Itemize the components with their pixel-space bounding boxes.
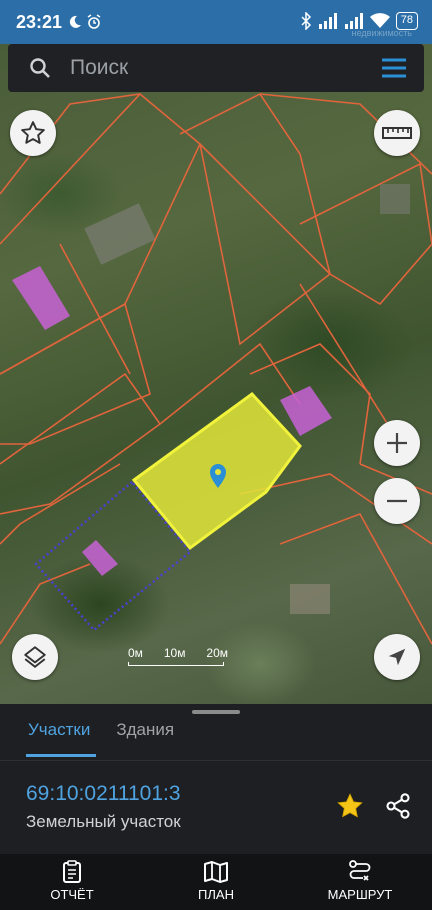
parcel-info-sheet[interactable]: Участки Здания 69:10:0211101:3 Земельный… [0, 704, 432, 854]
moon-icon [69, 15, 82, 28]
tab-buildings[interactable]: Здания [102, 716, 186, 762]
bottom-navigation: ОТЧЁТ ПЛАН МАРШРУТ [0, 854, 432, 910]
map-plan-icon [204, 861, 228, 883]
zoom-out-button[interactable] [374, 478, 420, 524]
signal-icon [318, 13, 337, 29]
nav-report-label: ОТЧЁТ [50, 887, 94, 902]
parcel-borders [0, 92, 432, 645]
parcel-type: Земельный участок [26, 812, 181, 831]
layers-icon [24, 646, 46, 668]
scale-line [128, 662, 224, 666]
building-shape[interactable] [82, 540, 118, 576]
nav-plan-label: ПЛАН [198, 887, 234, 902]
layers-button[interactable] [12, 634, 58, 680]
ruler-icon [382, 127, 412, 139]
building-shape[interactable] [280, 386, 332, 436]
map-view[interactable] [0, 44, 432, 704]
my-location-button[interactable] [374, 634, 420, 680]
plus-icon [387, 433, 407, 453]
scale-label: 10м [163, 646, 186, 660]
signal-icon-2 [344, 13, 363, 29]
map-overlay [0, 92, 432, 645]
search-bar[interactable]: Поиск [8, 44, 424, 92]
share-icon[interactable] [384, 792, 412, 820]
route-icon [349, 860, 371, 881]
search-icon [30, 58, 50, 78]
map-scale: 0м 10м 20м [128, 646, 228, 666]
status-time: 23:21 [16, 11, 63, 32]
minus-icon [387, 499, 407, 503]
report-icon [63, 860, 81, 883]
wifi-icon [369, 13, 390, 28]
watermark-text: недвижимость [351, 28, 412, 38]
nav-route[interactable]: МАРШРУТ [300, 854, 420, 910]
alarm-icon [87, 14, 101, 29]
star-filled-icon[interactable] [336, 792, 364, 820]
nav-route-label: МАРШРУТ [327, 887, 393, 902]
scale-label: 0м [128, 646, 143, 660]
search-input[interactable]: Поиск [70, 56, 128, 80]
measure-ruler-button[interactable] [374, 110, 420, 156]
active-tab-indicator [26, 754, 96, 757]
menu-icon[interactable] [380, 56, 408, 80]
tab-divider [0, 760, 432, 761]
star-outline-icon [21, 121, 45, 144]
scale-label: 20м [206, 646, 228, 660]
building-shape[interactable] [12, 266, 70, 330]
navigation-arrow-icon [388, 648, 406, 666]
nav-report[interactable]: ОТЧЁТ [12, 854, 132, 910]
cadastral-number[interactable]: 69:10:0211101:3 [26, 782, 181, 806]
bluetooth-icon [301, 12, 311, 30]
sheet-drag-handle[interactable] [192, 710, 240, 714]
favorites-button[interactable] [10, 110, 56, 156]
nav-plan[interactable]: ПЛАН [156, 854, 276, 910]
zoom-in-button[interactable] [374, 420, 420, 466]
